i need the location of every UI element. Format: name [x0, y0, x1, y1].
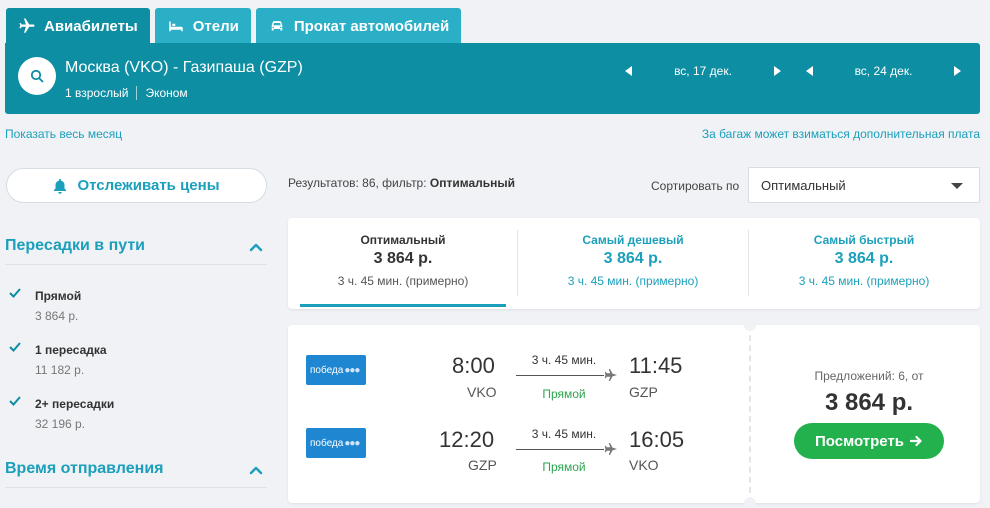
- sort-option-price: 3 864 р.: [834, 250, 894, 267]
- departure-time: 8:00: [452, 353, 495, 378]
- checkbox-checked-icon[interactable]: [8, 340, 22, 354]
- tab-car-rental[interactable]: Прокат автомобилей: [255, 8, 462, 44]
- product-tabs: Авиабилеты Отели Прокат автомобилей: [6, 8, 462, 44]
- prev-return-date-icon[interactable]: [806, 66, 813, 76]
- return-date[interactable]: вс, 24 дек.: [813, 64, 954, 78]
- departure-airport: GZP: [468, 457, 497, 473]
- baggage-note-link[interactable]: За багаж может взиматься дополнительная …: [702, 127, 980, 141]
- offers-count: Предложений: 6, от: [814, 369, 924, 383]
- search-icon: [30, 69, 44, 83]
- airline-logo: победа ●●●: [306, 428, 366, 458]
- card-notch: [744, 319, 756, 331]
- sort-option-fastest[interactable]: Самый быстрый 3 864 р. 3 ч. 45 мин. (при…: [749, 218, 979, 309]
- stops-info: Прямой: [542, 387, 586, 401]
- flight-duration: 3 ч. 45 мин.: [531, 427, 597, 441]
- next-depart-date-icon[interactable]: [774, 66, 781, 76]
- plane-icon: [19, 18, 35, 33]
- caret-down-icon: [951, 183, 963, 189]
- arrival-airport: GZP: [629, 384, 658, 400]
- active-filter: Оптимальный: [429, 176, 516, 190]
- card-notch: [744, 497, 756, 508]
- sort-option-optimal[interactable]: Оптимальный 3 864 р. 3 ч. 45 мин. (приме…: [288, 218, 518, 309]
- tab-label: Авиабилеты: [44, 17, 138, 35]
- car-icon: [271, 21, 283, 31]
- sort-label: Сортировать по: [651, 179, 740, 193]
- track-prices-label: Отслеживать цены: [77, 177, 220, 194]
- sort-option-title: Самый быстрый: [813, 233, 915, 247]
- tab-flights[interactable]: Авиабилеты: [6, 8, 150, 44]
- route-line: [516, 375, 604, 376]
- divider: [749, 325, 751, 503]
- plane-icon: [604, 369, 617, 381]
- departure-time: 12:20: [439, 427, 495, 452]
- chevron-up-icon[interactable]: [249, 240, 263, 254]
- divider: [5, 264, 267, 265]
- flight-result-card[interactable]: победа ●●● 8:00 VKO 3 ч. 45 мин. Прямой 1…: [288, 319, 980, 508]
- search-button[interactable]: [18, 57, 56, 95]
- return-date-picker: вс, 24 дек.: [806, 64, 961, 78]
- passengers-text: 1 взрослый: [65, 86, 129, 100]
- search-summary-bar: Москва (VKO) - Газипаша (GZP) 1 взрослый…: [5, 43, 980, 114]
- airline-name: победа: [310, 437, 344, 449]
- sort-select[interactable]: Оптимальный: [748, 167, 980, 203]
- filter-label: 2+ пересадки: [35, 397, 115, 411]
- plane-icon: [604, 443, 617, 455]
- stops-info: Прямой: [542, 460, 586, 474]
- departure-section-title[interactable]: Время отправления: [5, 460, 164, 478]
- arrival-time: 16:05: [629, 427, 685, 452]
- results-summary: Результатов: 86, фильтр: Оптимальный: [288, 176, 515, 190]
- sort-option-duration: 3 ч. 45 мин. (примерно): [567, 274, 699, 288]
- route-text[interactable]: Москва (VKO) - Газипаша (GZP): [65, 59, 303, 77]
- sort-options: Оптимальный 3 864 р. 3 ч. 45 мин. (приме…: [288, 218, 980, 309]
- arrival-time: 11:45: [629, 353, 683, 378]
- filter-price: 32 196 р.: [35, 417, 86, 431]
- next-return-date-icon[interactable]: [954, 66, 961, 76]
- stops-section-title[interactable]: Пересадки в пути: [5, 237, 145, 255]
- divider: [5, 487, 267, 488]
- show-month-link[interactable]: Показать весь месяц: [5, 127, 122, 141]
- prev-depart-date-icon[interactable]: [625, 66, 632, 76]
- bell-icon: [54, 178, 67, 194]
- sort-option-duration: 3 ч. 45 мин. (примерно): [798, 274, 930, 288]
- flight-duration: 3 ч. 45 мин.: [531, 353, 597, 367]
- tab-label: Прокат автомобилей: [293, 17, 450, 35]
- filter-price: 3 864 р.: [35, 309, 79, 323]
- track-prices-button[interactable]: Отслеживать цены: [6, 168, 267, 203]
- tab-hotels[interactable]: Отели: [154, 8, 251, 44]
- results-count: Результатов: 86, фильтр:: [288, 176, 430, 190]
- cabin-text: Эконом: [145, 86, 188, 100]
- tab-label: Отели: [192, 17, 239, 35]
- route-line: [516, 449, 604, 450]
- checkbox-checked-icon[interactable]: [8, 286, 22, 300]
- filter-label: 1 пересадка: [35, 343, 107, 357]
- filter-label: Прямой: [35, 289, 82, 303]
- filter-price: 11 182 р.: [35, 363, 85, 377]
- passenger-info[interactable]: 1 взрослый Эконом: [65, 86, 188, 100]
- logo-dots: ●●●: [344, 437, 360, 449]
- arrow-right-icon: [910, 435, 922, 447]
- sort-option-title: Оптимальный: [360, 233, 446, 247]
- departure-airport: VKO: [467, 384, 497, 400]
- airline-logo: победа ●●●: [306, 355, 366, 385]
- view-offer-label: Посмотреть: [815, 432, 904, 450]
- airline-name: победа: [310, 364, 344, 376]
- flight-price: 3 864 р.: [824, 389, 914, 416]
- chevron-up-icon[interactable]: [249, 463, 263, 477]
- sort-option-duration: 3 ч. 45 мин. (примерно): [337, 274, 469, 288]
- arrival-airport: VKO: [629, 457, 659, 473]
- depart-date-picker: вс, 17 дек.: [625, 64, 781, 78]
- view-offer-button[interactable]: Посмотреть: [794, 423, 944, 459]
- sort-option-cheapest[interactable]: Самый дешевый 3 864 р. 3 ч. 45 мин. (при…: [518, 218, 748, 309]
- sort-option-title: Самый дешевый: [582, 233, 684, 247]
- divider: [136, 86, 138, 100]
- logo-dots: ●●●: [344, 364, 360, 376]
- checkbox-checked-icon[interactable]: [8, 394, 22, 408]
- sort-option-price: 3 864 р.: [373, 250, 433, 267]
- bed-icon: [169, 21, 183, 32]
- active-sort-indicator: [300, 304, 506, 307]
- sort-value: Оптимальный: [761, 177, 846, 193]
- sort-option-price: 3 864 р.: [603, 250, 663, 267]
- depart-date[interactable]: вс, 17 дек.: [632, 64, 774, 78]
